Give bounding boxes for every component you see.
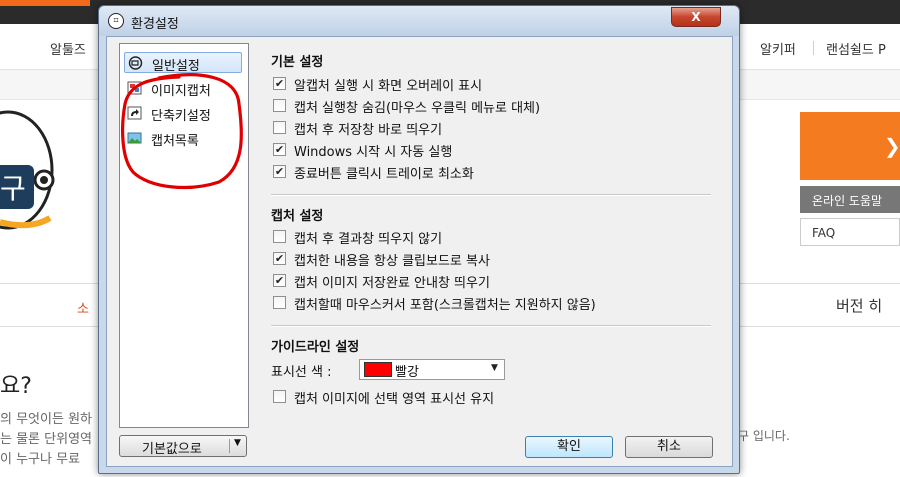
option-label: 캡처 후 저장창 바로 띄우기: [294, 123, 443, 138]
tab-version-history[interactable]: 버전 히: [836, 295, 882, 316]
section-divider: [271, 325, 711, 327]
settings-dialog: ⌗ 환경설정 X 일반설정 이미지캡처 단축키설정 캡처목록 기본값으로 ▼ 기…: [98, 5, 740, 474]
settings-category-list: 일반설정 이미지캡처 단축키설정 캡처목록: [119, 43, 249, 428]
color-swatch: [364, 362, 392, 377]
capture-list-icon: [127, 132, 142, 144]
nav-label: 이미지캡처: [151, 84, 211, 99]
option-label: 캡처 이미지 저장완료 안내창 띄우기: [294, 276, 490, 291]
option-label: 알캡처 실행 시 화면 오버레이 표시: [294, 79, 483, 94]
chevron-down-icon[interactable]: ▼: [491, 363, 498, 373]
body-text-line: 의 무엇이든 원하: [0, 412, 92, 427]
faq-link[interactable]: FAQ: [800, 218, 900, 246]
option-label: Windows 시작 시 자동 실행: [294, 145, 453, 160]
checkbox[interactable]: [273, 121, 286, 134]
guideline-color-label: 표시선 색 :: [271, 365, 332, 380]
cancel-button[interactable]: 취소: [625, 436, 713, 458]
nav-separator: [813, 41, 814, 55]
nav-label: 단축키설정: [151, 109, 211, 124]
section-title-basic: 기본 설정: [271, 55, 324, 70]
svg-text:구: 구: [0, 172, 26, 205]
nav-item-capture-list[interactable]: 캡처목록: [124, 128, 242, 149]
shortcut-arrow-icon: [127, 106, 142, 120]
banner-arrow-icon: ❯: [884, 134, 900, 158]
promo-banner[interactable]: ❯: [800, 112, 900, 180]
dialog-client: 일반설정 이미지캡처 단축키설정 캡처목록 기본값으로 ▼ 기본 설정 ✔ 알캡…: [106, 36, 733, 467]
tab-intro[interactable]: 소: [77, 298, 89, 317]
guideline-color-select[interactable]: 빨강 ▼: [359, 359, 505, 380]
page-heading: 요?: [0, 374, 32, 399]
checkbox[interactable]: [273, 230, 286, 243]
nav-item-altools[interactable]: 알툴즈: [50, 39, 86, 58]
mascot-image: 구: [0, 110, 55, 230]
nav-label: 일반설정: [152, 59, 200, 74]
close-button[interactable]: X: [671, 7, 721, 27]
nav-item-ransomshield[interactable]: 랜섬쉴드 P: [826, 39, 886, 58]
option-label: 캡처 이미지에 선택 영역 표시선 유지: [294, 392, 495, 407]
nav-item-general[interactable]: 일반설정: [124, 52, 242, 74]
app-capture-icon: ⌗: [108, 13, 124, 29]
option-label: 캡처한 내용을 항상 클립보드로 복사: [294, 254, 490, 269]
brand-accent: [0, 0, 90, 6]
chevron-down-icon[interactable]: ▼: [234, 438, 241, 448]
reset-defaults-button[interactable]: 기본값으로 ▼: [119, 435, 247, 457]
option-label: 캡처 후 결과창 띄우지 않기: [294, 232, 443, 247]
body-text-line: 이 누구나 무료: [0, 452, 81, 467]
ok-button[interactable]: 확인: [525, 436, 613, 458]
nav-item-alkeeper[interactable]: 알키퍼: [760, 39, 796, 58]
nav-item-image-capture[interactable]: 이미지캡처: [124, 78, 242, 99]
section-title-capture: 캡처 설정: [271, 209, 324, 224]
split-separator: [229, 439, 230, 453]
checkbox[interactable]: ✔: [273, 165, 286, 178]
checkbox[interactable]: [273, 390, 286, 403]
dialog-title: 환경설정: [131, 17, 179, 32]
option-label: 종료버튼 클릭시 트레이로 최소화: [294, 167, 474, 182]
checkbox[interactable]: [273, 99, 286, 112]
checkbox[interactable]: ✔: [273, 77, 286, 90]
option-label: 캡처할때 마우스커서 포함(스크롤캡처는 지원하지 않음): [294, 298, 596, 313]
reset-button-label: 기본값으로: [142, 442, 202, 457]
section-title-guideline: 가이드라인 설정: [271, 340, 360, 355]
section-divider: [271, 194, 711, 196]
online-help-button[interactable]: 온라인 도움말: [800, 186, 900, 213]
nav-label: 캡처목록: [151, 134, 199, 149]
body-text-line: 구 입니다.: [738, 429, 790, 443]
checkbox[interactable]: ✔: [273, 143, 286, 156]
image-capture-icon: [127, 81, 142, 95]
checkbox[interactable]: ✔: [273, 252, 286, 265]
color-value: 빨강: [395, 365, 419, 380]
dialog-titlebar[interactable]: ⌗ 환경설정 X: [99, 6, 739, 36]
checkbox[interactable]: [273, 296, 286, 309]
checkbox[interactable]: ✔: [273, 274, 286, 287]
general-settings-icon: [128, 56, 143, 70]
option-label: 캡처 실행창 숨김(마우스 우클릭 메뉴로 대체): [294, 101, 541, 116]
nav-item-shortcuts[interactable]: 단축키설정: [124, 103, 242, 124]
body-text-line: 는 물론 단위영역: [0, 432, 92, 447]
